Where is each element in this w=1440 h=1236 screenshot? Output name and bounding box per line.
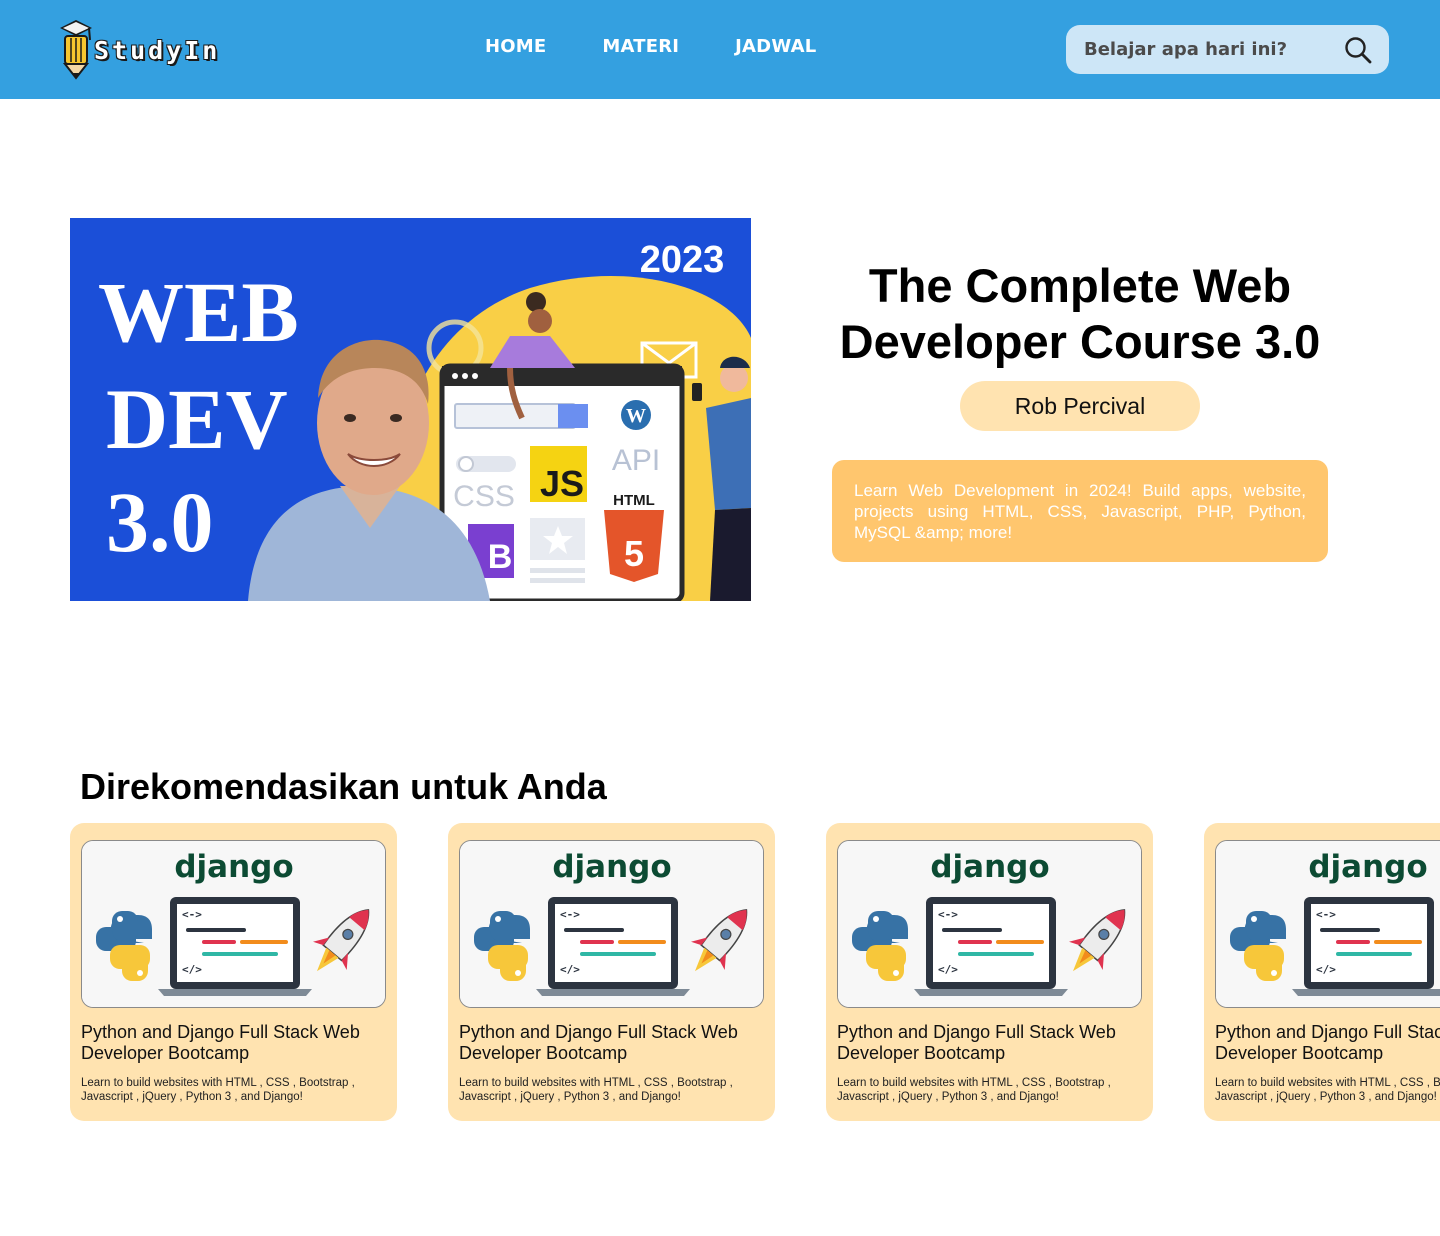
recommendations-carousel: django <-> </> Python and Django Full St…	[70, 823, 1440, 1123]
top-navbar: StudyIn HOME MATERI JADWAL	[0, 0, 1440, 99]
django-logo-text: django	[930, 849, 1049, 885]
course-card-title: Python and Django Full Stack Web Develop…	[81, 1022, 381, 1064]
course-card-title-line: Python and Django Full Stack Web	[837, 1022, 1116, 1042]
svg-text:<->: <->	[182, 908, 202, 921]
svg-text:</>: </>	[182, 963, 202, 976]
course-card-title-line: Python and Django Full Stack Web	[81, 1022, 360, 1042]
django-python-thumbnail: django <-> </>	[82, 841, 385, 1007]
course-description: Learn Web Development in 2024! Build app…	[832, 460, 1328, 562]
svg-text:<->: <->	[1316, 908, 1336, 921]
course-card[interactable]: django <-> </> Python and Django Full St…	[826, 823, 1153, 1121]
course-card-title-line: Python and Django Full Stack Web	[1215, 1022, 1440, 1042]
banner-label-html: HTML	[613, 492, 655, 509]
search-box	[1066, 25, 1389, 74]
nav-home[interactable]: HOME	[485, 36, 546, 57]
django-logo-text: django	[552, 849, 671, 885]
course-card-thumbnail: django <-> </>	[81, 840, 386, 1008]
course-card-description: Learn to build websites with HTML , CSS …	[1215, 1076, 1440, 1104]
course-card-title: Python and Django Full Stack Web Develop…	[837, 1022, 1137, 1064]
course-card[interactable]: django <-> </> Python and Django Full St…	[70, 823, 397, 1121]
web-dev-banner-illustration: 2023 WEB DEV 3.0 W JS API CSS HTML 5 B	[70, 218, 751, 601]
banner-headline-line-1: WEB	[98, 264, 299, 360]
course-card-desc-line: Javascript , jQuery , Python 3 , and Dja…	[837, 1091, 1059, 1103]
brand-logo[interactable]: StudyIn	[56, 16, 220, 80]
course-card-desc-line: Javascript , jQuery , Python 3 , and Dja…	[81, 1091, 303, 1103]
banner-headline-line-2: DEV	[106, 371, 288, 467]
course-card-desc-line: Learn to build websites with HTML , CSS …	[837, 1077, 1111, 1089]
course-card-desc-line: Learn to build websites with HTML , CSS …	[81, 1077, 355, 1089]
banner-label-html5: 5	[624, 533, 644, 574]
banner-headline-line-3: 3.0	[106, 474, 214, 570]
laptop-code-icon: <-> </>	[914, 897, 1068, 996]
main-nav: HOME MATERI JADWAL	[485, 36, 872, 57]
course-card-description: Learn to build websites with HTML , CSS …	[81, 1076, 381, 1104]
search-input[interactable]	[1084, 39, 1334, 60]
search-icon[interactable]	[1343, 35, 1373, 65]
banner-label-css: CSS	[453, 480, 515, 513]
django-logo-text: django	[174, 849, 293, 885]
course-card-desc-line: Javascript , jQuery , Python 3 , and Dja…	[459, 1091, 681, 1103]
author-badge[interactable]: Rob Percival	[960, 381, 1200, 431]
course-title: The Complete Web Developer Course 3.0	[839, 259, 1321, 368]
django-python-thumbnail: django <-> </>	[1216, 841, 1440, 1007]
django-python-thumbnail: django <-> </>	[838, 841, 1141, 1007]
banner-label-api: API	[612, 444, 660, 477]
banner-label-js: JS	[540, 463, 584, 504]
laptop-code-icon: <-> </>	[158, 897, 312, 996]
course-card-title-line: Developer Bootcamp	[459, 1043, 628, 1063]
banner-year: 2023	[640, 239, 725, 281]
course-card-title-line: Developer Bootcamp	[837, 1043, 1006, 1063]
course-banner-image[interactable]: 2023 WEB DEV 3.0 W JS API CSS HTML 5 B	[70, 218, 751, 601]
recommendations-heading: Direkomendasikan untuk Anda	[80, 766, 607, 807]
course-card-title-line: Developer Bootcamp	[81, 1043, 250, 1063]
brand-name: StudyIn	[94, 35, 221, 65]
course-card[interactable]: django <-> </> Python and Django Full St…	[1204, 823, 1440, 1121]
banner-label-bootstrap: B	[488, 538, 513, 576]
graduation-cap-pencil-icon	[60, 20, 92, 80]
course-card-title-line: Python and Django Full Stack Web	[459, 1022, 738, 1042]
svg-text:</>: </>	[938, 963, 958, 976]
laptop-code-icon: <-> </>	[1292, 897, 1440, 996]
course-card-desc-line: Learn to build websites with HTML , CSS …	[1215, 1077, 1440, 1089]
nav-materi[interactable]: MATERI	[602, 36, 679, 57]
nav-jadwal[interactable]: JADWAL	[735, 36, 816, 57]
laptop-code-icon: <-> </>	[536, 897, 690, 996]
django-logo-text: django	[1308, 849, 1427, 885]
course-card-description: Learn to build websites with HTML , CSS …	[459, 1076, 759, 1104]
svg-text:</>: </>	[560, 963, 580, 976]
svg-text:<->: <->	[560, 908, 580, 921]
course-card[interactable]: django <-> </> Python and Django Full St…	[448, 823, 775, 1121]
course-card-description: Learn to build websites with HTML , CSS …	[837, 1076, 1137, 1104]
course-card-thumbnail: django <-> </>	[837, 840, 1142, 1008]
svg-text:W: W	[626, 405, 646, 427]
course-card-thumbnail: django <-> </>	[459, 840, 764, 1008]
svg-text:<->: <->	[938, 908, 958, 921]
django-python-thumbnail: django <-> </>	[460, 841, 763, 1007]
course-card-title: Python and Django Full Stack Web Develop…	[1215, 1022, 1440, 1064]
course-card-desc-line: Javascript , jQuery , Python 3 , and Dja…	[1215, 1091, 1437, 1103]
course-card-desc-line: Learn to build websites with HTML , CSS …	[459, 1077, 733, 1089]
course-card-title: Python and Django Full Stack Web Develop…	[459, 1022, 759, 1064]
svg-text:</>: </>	[1316, 963, 1336, 976]
course-card-title-line: Developer Bootcamp	[1215, 1043, 1384, 1063]
course-card-thumbnail: django <-> </>	[1215, 840, 1440, 1008]
